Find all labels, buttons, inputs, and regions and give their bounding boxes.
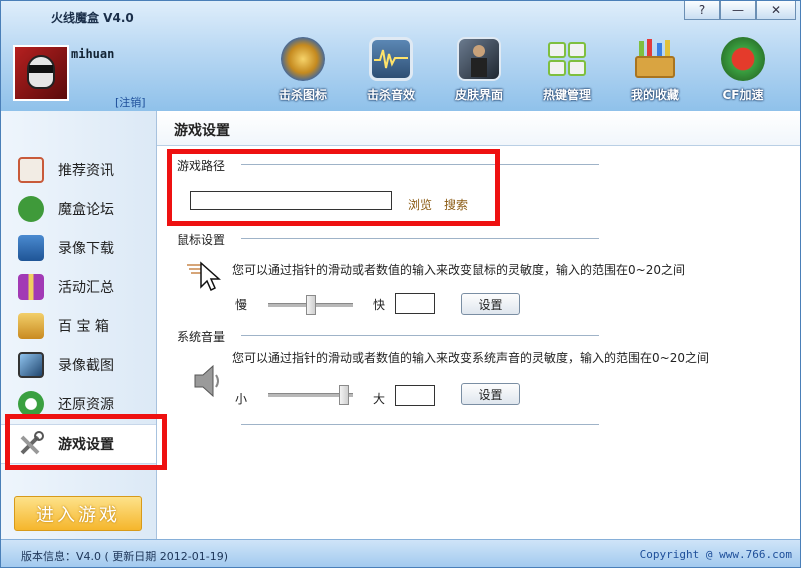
mouse-slow-label: 慢 [235, 298, 248, 312]
sidebar-item-treasure-box[interactable]: 百 宝 箱 [1, 307, 156, 345]
mouse-slider-thumb[interactable] [305, 295, 316, 315]
main-title-bar: 游戏设置 [157, 111, 800, 146]
section-divider [241, 238, 599, 239]
toolbar-label: 击杀音效 [366, 88, 415, 102]
sidebar-item-events[interactable]: 活动汇总 [1, 268, 156, 306]
sidebar-item-label: 活动汇总 [58, 280, 114, 296]
toolbar-label: 皮肤界面 [454, 88, 503, 102]
sidebar-item-label: 魔盒论坛 [58, 202, 114, 218]
sidebar-item-forum[interactable]: 魔盒论坛 [1, 190, 156, 228]
mouse-fast-label: 快 [373, 298, 386, 312]
section-divider [241, 335, 599, 336]
toolbar-label: 击杀图标 [278, 88, 327, 102]
character-skin-icon [457, 37, 501, 81]
minimize-button[interactable]: — [720, 1, 756, 20]
toolbar: 击杀图标 击杀音效 皮肤界面 热键管理 我的收藏 CF加速 [259, 37, 787, 103]
toolbar-favorites[interactable]: 我的收藏 [611, 37, 699, 103]
app-window: 火线魔盒 V4.0 ? — ✕ mihuan [注销] 击杀图标 击杀音效 皮肤… [0, 0, 801, 568]
screenshot-icon [18, 352, 44, 378]
volume-description: 您可以通过指针的滑动或者数值的输入来改变系统声音的灵敏度，输入的范围在0~20之… [232, 351, 709, 365]
toolbar-label: 热键管理 [542, 88, 591, 102]
avatar-visor [29, 65, 53, 73]
mouse-section-title: 鼠标设置 [177, 233, 226, 247]
game-path-highlight-box [167, 149, 500, 226]
app-title: 火线魔盒 V4.0 [51, 11, 134, 25]
sidebar-item-video-download[interactable]: 录像下载 [1, 229, 156, 267]
toolbar-label: 我的收藏 [630, 88, 679, 102]
game-settings-highlight-box [5, 414, 167, 470]
keyboard-keys-icon [545, 37, 589, 81]
sidebar-item-label: 推荐资讯 [58, 163, 114, 179]
volume-input[interactable] [395, 385, 435, 406]
page-title: 游戏设置 [174, 123, 230, 139]
cf-logo-icon [721, 37, 765, 81]
mouse-sensitivity-input[interactable] [395, 293, 435, 314]
toolbar-skin[interactable]: 皮肤界面 [435, 37, 523, 103]
username: mihuan [71, 47, 115, 61]
volume-slider-thumb[interactable] [339, 385, 350, 405]
volume-section-title: 系统音量 [177, 330, 226, 344]
download-icon [18, 235, 44, 261]
volume-low-label: 小 [235, 392, 248, 406]
mouse-cursor-icon [187, 259, 221, 294]
sidebar-item-label: 还原资源 [58, 397, 114, 413]
speaker-icon [191, 363, 223, 402]
toolbar-kill-sound[interactable]: 击杀音效 [347, 37, 435, 103]
mouse-description: 您可以通过指针的滑动或者数值的输入来改变鼠标的灵敏度，输入的范围在0~20之间 [232, 263, 685, 277]
news-icon [18, 157, 44, 183]
kill-icon-badge-icon [281, 37, 325, 81]
treasure-box-icon [18, 313, 44, 339]
enter-game-button[interactable]: 进入游戏 [14, 496, 142, 531]
sidebar: 推荐资讯 魔盒论坛 录像下载 活动汇总 百 宝 箱 录像截图 还原资源 游戏设置… [1, 111, 157, 539]
toolbar-kill-icon[interactable]: 击杀图标 [259, 37, 347, 103]
copyright-link[interactable]: Copyright @ www.766.com [640, 548, 792, 561]
gift-icon [18, 274, 44, 300]
mouse-set-button[interactable]: 设置 [461, 293, 520, 315]
sidebar-item-label: 百 宝 箱 [58, 319, 109, 335]
window-controls: ? — ✕ [684, 1, 796, 20]
logout-link[interactable]: [注销] [115, 94, 146, 110]
section-divider [241, 424, 599, 425]
help-button[interactable]: ? [684, 1, 720, 20]
toolbox-icon [633, 37, 677, 81]
header: 火线魔盒 V4.0 ? — ✕ mihuan [注销] 击杀图标 击杀音效 皮肤… [1, 1, 800, 111]
toolbar-hotkey[interactable]: 热键管理 [523, 37, 611, 103]
avatar[interactable] [13, 45, 69, 101]
status-bar: 版本信息：V4.0 ( 更新日期 2012-01-19) Copyright @… [1, 539, 800, 567]
toolbar-label: CF加速 [722, 88, 764, 102]
sidebar-item-screenshots[interactable]: 录像截图 [1, 346, 156, 384]
version-info: 版本信息：V4.0 ( 更新日期 2012-01-19) [21, 550, 229, 563]
close-button[interactable]: ✕ [756, 1, 796, 20]
toolbar-cf-accelerate[interactable]: CF加速 [699, 37, 787, 103]
sidebar-item-news[interactable]: 推荐资讯 [1, 151, 156, 189]
volume-set-button[interactable]: 设置 [461, 383, 520, 405]
sound-wave-monitor-icon [369, 37, 413, 81]
volume-high-label: 大 [373, 392, 386, 406]
chat-bubble-icon [18, 196, 44, 222]
sidebar-item-label: 录像下载 [58, 241, 114, 257]
sidebar-item-label: 录像截图 [58, 358, 114, 374]
